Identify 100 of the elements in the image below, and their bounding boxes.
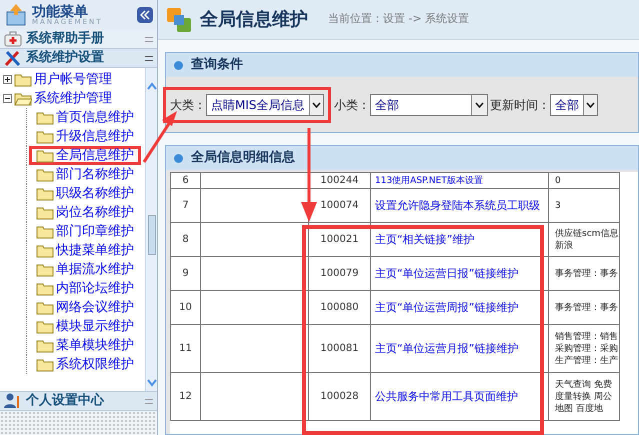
folder-label: 系统维护管理	[34, 90, 112, 108]
tree-folder[interactable]: 系统维护管理	[0, 89, 145, 108]
bullet-icon	[174, 154, 183, 162]
app-logo-icon	[166, 6, 192, 32]
filter-select[interactable]: 全部	[550, 94, 598, 116]
item-label: 首页信息维护	[56, 111, 134, 124]
value-text: 采购管理：采购	[555, 342, 618, 354]
filter-label: 更新时间：	[490, 96, 550, 114]
value-text: 生产管理：生产	[555, 354, 618, 366]
id-cell: 100081	[308, 324, 370, 372]
tree-item[interactable]: 全局信息维护	[29, 146, 141, 165]
id-cell: 100079	[308, 256, 370, 290]
name-cell[interactable]: 主页“单位运营日报”链接维护	[370, 256, 548, 290]
home-icon	[4, 3, 28, 27]
folder-icon	[14, 92, 32, 106]
tree-item[interactable]: 岗位名称维护	[29, 203, 141, 222]
select-value: 全部	[374, 96, 400, 114]
tree-item[interactable]: 快捷菜单维护	[29, 241, 141, 260]
tree-folder[interactable]: 用户帐号管理	[0, 70, 145, 89]
item-label: 系统权限维护	[56, 358, 134, 371]
select-value: 全部	[554, 96, 580, 114]
index-cell: 6	[170, 172, 200, 188]
expand-icon[interactable]	[3, 75, 12, 84]
filter-label: 大类：	[170, 96, 206, 114]
scroll-up-icon[interactable]	[146, 82, 156, 90]
folder-label: 用户帐号管理	[34, 70, 112, 89]
name-cell[interactable]: 公共服务中常用工具页面维护	[370, 372, 548, 420]
id-cell: 100080	[308, 290, 370, 324]
value-text: 天气查询 免费	[555, 378, 613, 390]
tree-item[interactable]: 部门名称维护	[29, 165, 141, 184]
section-label: 系统维护设置	[26, 48, 104, 68]
folder-icon	[36, 358, 54, 372]
section-label: 个人设置中心	[26, 392, 104, 410]
item-label: 内部论坛维护	[56, 282, 134, 295]
panel-title: 全局信息明细信息	[191, 149, 295, 168]
collapse-button[interactable]	[137, 7, 153, 23]
folder-icon	[36, 224, 54, 238]
bullet-icon	[174, 60, 183, 70]
item-label: 职级名称维护	[56, 187, 134, 200]
scrollbar[interactable]	[145, 68, 157, 391]
id-cell: 100028	[308, 372, 370, 420]
item-label: 快捷菜单维护	[56, 244, 134, 257]
item-label: 部门印章维护	[56, 225, 134, 238]
item-label: 单据流水维护	[56, 263, 134, 276]
item-label: 网络会议维护	[56, 301, 134, 314]
sidebar-section-header[interactable]: 系统维护设置	[0, 49, 157, 68]
tree-item[interactable]: 网络会议维护	[29, 298, 141, 317]
name-cell[interactable]: 主页“单位运营周报”链接维护	[370, 290, 548, 324]
tree-item[interactable]: 部门印章维护	[29, 222, 141, 241]
dropdown-button[interactable]	[583, 94, 597, 114]
value-text: 地图 百度地	[555, 402, 604, 414]
tree-item[interactable]: 单据流水维护	[29, 260, 141, 279]
filter-label: 小类：	[334, 96, 370, 114]
value-text: 0	[555, 174, 562, 186]
tree-item[interactable]: 内部论坛维护	[29, 279, 141, 298]
name-cell[interactable]: 113使用ASP.NET版本设置	[370, 172, 548, 188]
double-chevron-left-icon	[140, 10, 150, 20]
panel-title: 查询条件	[191, 56, 243, 74]
user-settings-icon	[4, 393, 22, 409]
dropdown-button[interactable]	[471, 94, 487, 114]
folder-icon	[36, 320, 54, 334]
name-cell[interactable]: 主页“单位运营月报”链接维护	[370, 324, 548, 372]
select-value: 点睛MIS全局信息	[210, 96, 306, 114]
tree-item[interactable]: 菜单模块维护	[29, 336, 141, 355]
item-label: 升级信息维护	[56, 130, 134, 143]
toggle-icon	[145, 36, 153, 42]
id-cell: 100021	[308, 222, 370, 256]
scroll-down-icon[interactable]	[146, 379, 156, 387]
scroll-thumb[interactable]	[148, 214, 156, 254]
chevron-down-icon	[312, 102, 321, 108]
tree-item[interactable]: 系统权限维护	[29, 355, 141, 374]
tree-item[interactable]: 升级信息维护	[29, 127, 141, 146]
name-cell[interactable]: 设置允许隐身登陆本系统员工职级	[370, 188, 548, 222]
folder-icon	[36, 206, 54, 220]
chevron-down-icon	[586, 102, 595, 108]
index-cell: 12	[170, 372, 200, 420]
sidebar-section-header[interactable]: 系统帮助手册	[0, 30, 157, 49]
dropdown-button[interactable]	[308, 94, 323, 114]
item-label: 岗位名称维护	[56, 206, 134, 219]
item-label: 部门名称维护	[56, 168, 134, 181]
index-cell: 7	[170, 188, 200, 222]
tree-item[interactable]: 首页信息维护	[29, 108, 141, 127]
folder-icon	[36, 148, 54, 162]
filter-select[interactable]: 全部	[370, 94, 488, 116]
id-cell: 100244	[308, 172, 370, 188]
value-text: 3	[555, 200, 562, 212]
value-text: 事务管理：事务	[555, 268, 618, 280]
value-text: 新浪	[555, 240, 574, 252]
sidebar-section-header[interactable]: 个人设置中心	[0, 391, 157, 411]
folder-icon	[14, 72, 32, 86]
item-label: 模块显示维护	[56, 320, 134, 333]
sidebar-title: 功能菜单	[32, 4, 88, 18]
folder-icon	[36, 282, 54, 296]
name-cell[interactable]: 主页“相关链接”维护	[370, 222, 548, 256]
filter-select[interactable]: 点睛MIS全局信息	[206, 94, 324, 116]
folder-icon	[36, 338, 54, 352]
tree-item[interactable]: 职级名称维护	[29, 184, 141, 203]
chevron-down-icon	[475, 102, 484, 108]
tree-item[interactable]: 模块显示维护	[29, 317, 141, 336]
collapse-icon[interactable]	[3, 94, 12, 103]
